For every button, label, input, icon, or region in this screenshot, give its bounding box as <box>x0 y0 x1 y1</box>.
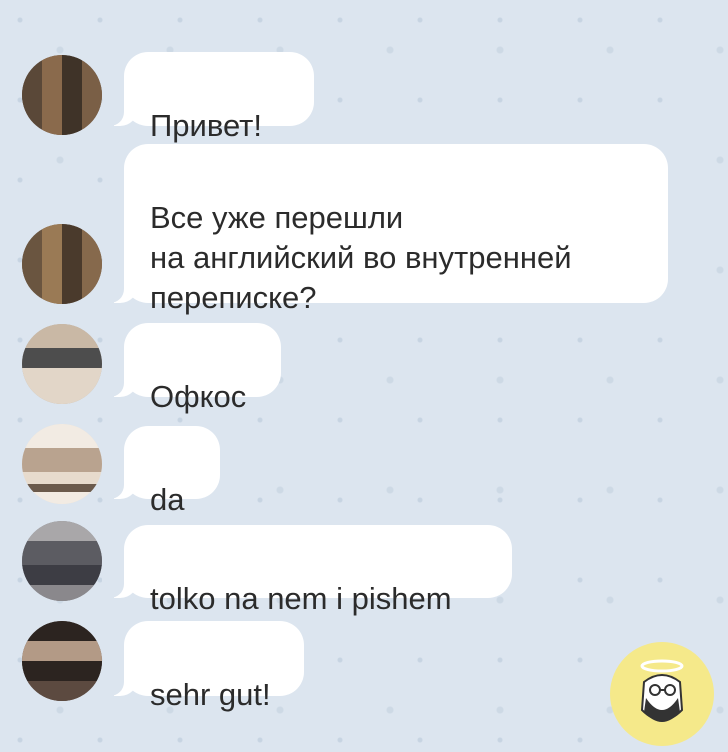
message-bubble[interactable]: sehr gut! <box>102 621 304 712</box>
message-text: Привет! <box>150 108 262 143</box>
avatar[interactable] <box>22 55 102 135</box>
message-bubble[interactable]: Все уже перешли на английский во внутрен… <box>102 144 668 315</box>
bearded-man-halo-logo-icon <box>640 659 684 722</box>
message-bubble[interactable]: Офкос <box>102 323 281 414</box>
message-bubble[interactable]: tolko na nem i pishem <box>102 525 512 616</box>
bearded-man-halo-logo-icon <box>610 642 714 746</box>
message-text: tolko na nem i pishem <box>150 581 452 616</box>
message-bubble[interactable]: da <box>102 426 220 517</box>
avatar[interactable] <box>22 224 102 304</box>
avatar[interactable] <box>22 621 102 701</box>
message-text: sehr gut! <box>150 677 271 712</box>
message-bubble[interactable]: Привет! <box>102 52 314 143</box>
message-text: da <box>150 482 185 517</box>
avatar[interactable] <box>22 424 102 504</box>
avatar[interactable] <box>22 324 102 404</box>
message-text: Все уже перешли на английский во внутрен… <box>150 200 572 315</box>
message-text: Офкос <box>150 379 247 414</box>
avatar[interactable] <box>22 521 102 601</box>
